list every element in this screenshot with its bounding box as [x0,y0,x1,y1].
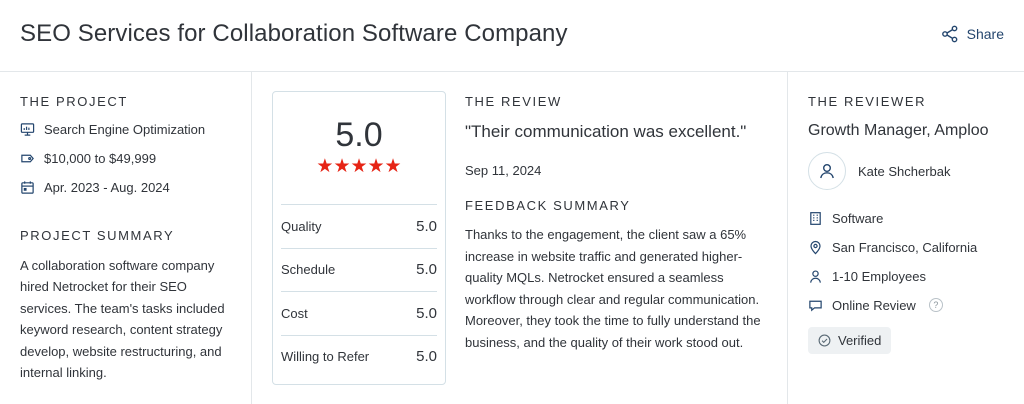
review-quote: "Their communication was excellent." [465,122,747,141]
calendar-icon [21,180,34,194]
share-label: Share [966,26,1004,42]
reviewer-location: San Francisco, California [808,238,977,256]
review-date: Sep 11, 2024 [465,163,542,178]
rating-label: Willing to Refer [281,349,370,365]
reviewer-heading: THE REVIEWER [808,94,927,109]
page-header: SEO Services for Collaboration Software … [0,0,1024,72]
rating-label: Cost [281,305,308,321]
verified-label: Verified [838,333,882,348]
share-button[interactable]: Share [941,25,1004,43]
reviewer-column: THE REVIEWER Growth Manager, Amploo Kate… [787,72,1024,404]
reviewer-name: Kate Shcherbak [858,163,951,179]
check-circle-icon [818,334,831,347]
rating-value: 5.0 [416,217,437,235]
chat-bubble-icon [809,300,822,311]
reviewer-identity: Kate Shcherbak [808,152,951,190]
rating-value: 5.0 [416,304,437,322]
rating-value: 5.0 [416,348,437,366]
project-heading: THE PROJECT [20,94,128,109]
rating-label: Schedule [281,262,336,278]
rating-breakdown: Quality 5.0 Schedule 5.0 Cost 5.0 Willin… [281,204,437,378]
project-budget: $10,000 to $49,999 [20,149,205,167]
reviewer-role: Growth Manager, Amploo [808,122,989,139]
page-title: SEO Services for Collaboration Software … [20,20,568,47]
rating-label: Quality [281,218,322,234]
rating-row-quality: Quality 5.0 [281,204,437,248]
avatar [808,152,846,190]
user-icon [810,269,821,283]
user-icon [820,164,834,179]
rating-row-cost: Cost 5.0 [281,291,437,335]
location-pin-icon [810,240,821,254]
project-summary-text: A collaboration software company hired N… [20,258,225,381]
reviewer-industry-text: Software [832,210,884,226]
monitor-icon [20,122,35,136]
reviewer-company-size: 1-10 Employees [808,267,977,285]
reviewer-meta-list: Software San Francisco, California 1-10 … [808,209,977,314]
share-icon [941,25,958,43]
project-dates-text: Apr. 2023 - Aug. 2024 [44,179,170,195]
project-budget-text: $10,000 to $49,999 [44,150,157,166]
project-service: Search Engine Optimization [20,120,205,138]
feedback-summary-heading: FEEDBACK SUMMARY [465,198,631,213]
project-meta-list: Search Engine Optimization $10,000 to $4… [20,120,205,196]
project-column: THE PROJECT Search Engine Optimization $… [0,72,252,404]
reviewer-company-size-text: 1-10 Employees [832,268,926,284]
ratings-card: 5.0 ★★★★★ Quality 5.0 Schedule 5.0 Cost … [272,91,446,385]
reviewer-location-text: San Francisco, California [832,239,978,255]
reviewer-review-type-text: Online Review [832,297,916,313]
rating-row-willing-to-refer: Willing to Refer 5.0 [281,334,437,379]
reviewer-industry: Software [808,209,977,227]
feedback-summary-text: Thanks to the engagement, the client saw… [465,227,761,350]
project-service-text: Search Engine Optimization [44,121,206,137]
project-summary-heading: PROJECT SUMMARY [20,228,175,243]
verified-badge: Verified [808,327,892,354]
price-tag-icon [21,154,34,162]
project-dates: Apr. 2023 - Aug. 2024 [20,178,205,196]
rating-value: 5.0 [416,261,437,279]
help-icon[interactable]: ? [928,298,943,312]
star-rating: ★★★★★ [316,156,402,177]
reviewer-review-type: Online Review ? [808,296,977,314]
building-icon [810,211,821,225]
rating-row-schedule: Schedule 5.0 [281,247,437,292]
review-heading: THE REVIEW [465,94,562,109]
overall-rating: 5.0 [335,116,383,154]
